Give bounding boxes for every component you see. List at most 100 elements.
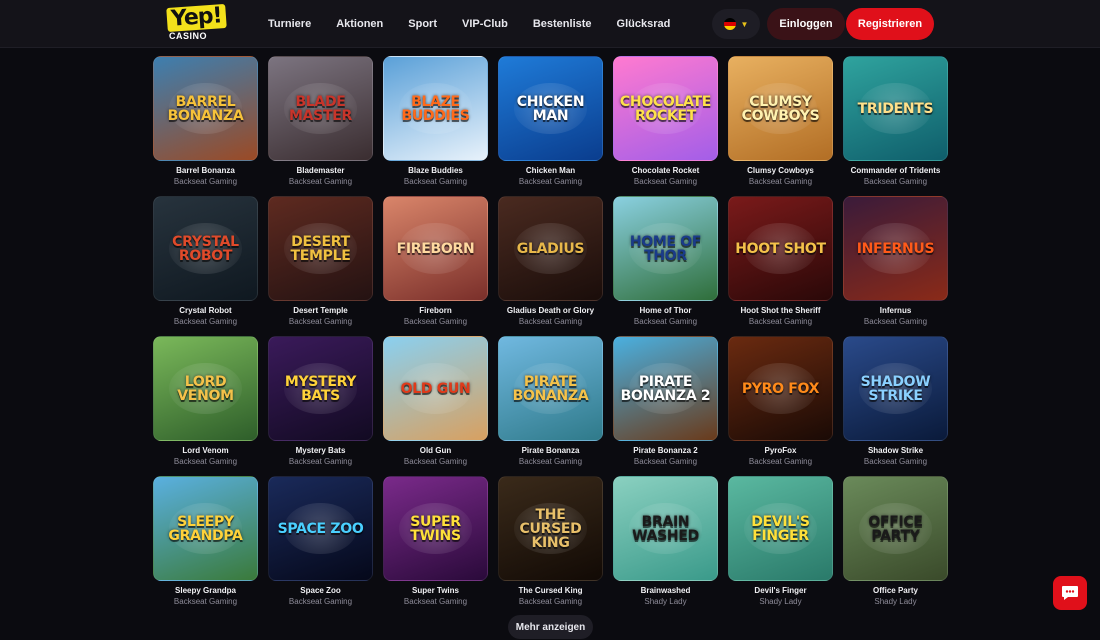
game-thumbnail[interactable]: Mystery Bats: [268, 336, 373, 441]
game-card[interactable]: Office Party Office Party Shady Lady: [843, 476, 948, 616]
game-thumbnail[interactable]: Pirate Bonanza: [498, 336, 603, 441]
game-card[interactable]: Hoot Shot Hoot Shot the Sheriff Backseat G…: [728, 196, 833, 336]
game-logo-art: Devil's Finger: [751, 513, 810, 544]
game-thumbnail[interactable]: Sleepy Grandpa: [153, 476, 258, 581]
game-thumbnail[interactable]: Pirate Bonanza 2: [613, 336, 718, 441]
register-button[interactable]: Registrieren: [846, 8, 934, 40]
game-title[interactable]: Fireborn: [383, 306, 488, 315]
game-card[interactable]: Chicken Man Chicken Man Backseat Gaming: [498, 56, 603, 196]
game-title[interactable]: Blaze Buddies: [383, 166, 488, 175]
game-title[interactable]: Mystery Bats: [268, 446, 373, 455]
game-thumbnail[interactable]: Desert Temple: [268, 196, 373, 301]
game-thumbnail[interactable]: Blaze Buddies: [383, 56, 488, 161]
game-thumbnail[interactable]: Shadow Strike: [843, 336, 948, 441]
game-title[interactable]: Clumsy Cowboys: [728, 166, 833, 175]
game-thumbnail[interactable]: Chocolate Rocket: [613, 56, 718, 161]
game-title[interactable]: Sleepy Grandpa: [153, 586, 258, 595]
nav-link-turniere[interactable]: Turniere: [268, 18, 311, 30]
game-thumbnail[interactable]: Crystal Robot: [153, 196, 258, 301]
game-card[interactable]: Tridents Commander of Tridents Backseat Ga…: [843, 56, 948, 196]
game-card[interactable]: Super Twins Super Twins Backseat Gaming: [383, 476, 488, 616]
game-title[interactable]: The Cursed King: [498, 586, 603, 595]
game-card[interactable]: Blaze Buddies Blaze Buddies Backseat Gamin…: [383, 56, 488, 196]
game-title[interactable]: Shadow Strike: [843, 446, 948, 455]
game-card[interactable]: The Cursed King The Cursed King Backseat G…: [498, 476, 603, 616]
game-title[interactable]: Gladius Death or Glory: [498, 306, 603, 315]
game-thumbnail[interactable]: Gladius: [498, 196, 603, 301]
game-card[interactable]: Infernus Infernus Backseat Gaming: [843, 196, 948, 336]
game-thumbnail[interactable]: Brain Washed: [613, 476, 718, 581]
game-card[interactable]: Pirate Bonanza 2 Pirate Bonanza 2 Backseat…: [613, 336, 718, 476]
game-title[interactable]: Infernus: [843, 306, 948, 315]
show-more-button[interactable]: Mehr anzeigen: [508, 615, 593, 639]
game-thumbnail[interactable]: Fireborn: [383, 196, 488, 301]
game-card[interactable]: Space Zoo Space Zoo Backseat Gaming: [268, 476, 373, 616]
language-selector[interactable]: ▼: [712, 9, 760, 39]
yep-casino-logo[interactable]: Yep! CASINO: [166, 3, 237, 42]
game-title[interactable]: Chicken Man: [498, 166, 603, 175]
game-title[interactable]: Lord Venom: [153, 446, 258, 455]
game-card[interactable]: Desert Temple Desert Temple Backseat Gamin…: [268, 196, 373, 336]
game-card[interactable]: Pirate Bonanza Pirate Bonanza Backseat Gam…: [498, 336, 603, 476]
game-card[interactable]: Sleepy Grandpa Sleepy Grandpa Backseat Gam…: [153, 476, 258, 616]
game-provider: Backseat Gaming: [863, 177, 928, 186]
game-thumbnail[interactable]: Infernus: [843, 196, 948, 301]
game-thumbnail[interactable]: Chicken Man: [498, 56, 603, 161]
game-thumbnail[interactable]: Old Gun: [383, 336, 488, 441]
nav-link-gluecksrad[interactable]: Glücksrad: [617, 18, 671, 30]
game-title[interactable]: Home of Thor: [613, 306, 718, 315]
game-thumbnail[interactable]: Super Twins: [383, 476, 488, 581]
game-title[interactable]: Super Twins: [383, 586, 488, 595]
game-title[interactable]: Pirate Bonanza: [498, 446, 603, 455]
game-card[interactable]: Shadow Strike Shadow Strike Backseat Gamin…: [843, 336, 948, 476]
nav-link-bestenliste[interactable]: Bestenliste: [533, 18, 592, 30]
game-card[interactable]: Lord Venom Lord Venom Backseat Gaming: [153, 336, 258, 476]
game-card[interactable]: Fireborn Fireborn Backseat Gaming: [383, 196, 488, 336]
game-card[interactable]: Barrel Bonanza Barrel Bonanza Backseat Gam…: [153, 56, 258, 196]
nav-link-sport[interactable]: Sport: [408, 18, 437, 30]
game-title[interactable]: Hoot Shot the Sheriff: [728, 306, 833, 315]
login-button[interactable]: Einloggen: [767, 8, 845, 40]
game-title[interactable]: Office Party: [843, 586, 948, 595]
game-title[interactable]: Devil's Finger: [728, 586, 833, 595]
game-title[interactable]: Blademaster: [268, 166, 373, 175]
nav-link-vip-club[interactable]: VIP-Club: [462, 18, 508, 30]
game-thumbnail[interactable]: Devil's Finger: [728, 476, 833, 581]
game-card[interactable]: Gladius Gladius Death or Glory Backseat Ga…: [498, 196, 603, 336]
game-title[interactable]: Old Gun: [383, 446, 488, 455]
game-thumbnail[interactable]: The Cursed King: [498, 476, 603, 581]
game-title[interactable]: Crystal Robot: [153, 306, 258, 315]
game-card[interactable]: Blade Master Blademaster Backseat Gaming: [268, 56, 373, 196]
game-card[interactable]: Pyro Fox PyroFox Backseat Gaming: [728, 336, 833, 476]
game-thumbnail[interactable]: Hoot Shot: [728, 196, 833, 301]
game-thumbnail[interactable]: Tridents: [843, 56, 948, 161]
game-card[interactable]: Crystal Robot Crystal Robot Backseat Gamin…: [153, 196, 258, 336]
game-thumbnail[interactable]: Barrel Bonanza: [153, 56, 258, 161]
game-thumbnail[interactable]: Home of Thor: [613, 196, 718, 301]
game-card[interactable]: Brain Washed Brainwashed Shady Lady: [613, 476, 718, 616]
game-title[interactable]: Desert Temple: [268, 306, 373, 315]
game-card[interactable]: Chocolate Rocket Chocolate Rocket Backseat…: [613, 56, 718, 196]
game-card[interactable]: Mystery Bats Mystery Bats Backseat Gaming: [268, 336, 373, 476]
game-title[interactable]: Commander of Tridents: [843, 166, 948, 175]
game-logo-art: Sleepy Grandpa: [168, 513, 243, 544]
game-title[interactable]: Chocolate Rocket: [613, 166, 718, 175]
game-card[interactable]: Devil's Finger Devil's Finger Shady Lady: [728, 476, 833, 616]
game-title[interactable]: Space Zoo: [268, 586, 373, 595]
chat-bubble-icon[interactable]: [1053, 576, 1087, 610]
game-card[interactable]: Old Gun Old Gun Backseat Gaming: [383, 336, 488, 476]
game-card[interactable]: Clumsy Cowboys Clumsy Cowboys Backseat Gam…: [728, 56, 833, 196]
game-thumbnail[interactable]: Space Zoo: [268, 476, 373, 581]
game-title[interactable]: Barrel Bonanza: [153, 166, 258, 175]
nav-link-aktionen[interactable]: Aktionen: [336, 18, 383, 30]
game-thumbnail[interactable]: Pyro Fox: [728, 336, 833, 441]
game-title[interactable]: Brainwashed: [613, 586, 718, 595]
game-thumbnail[interactable]: Blade Master: [268, 56, 373, 161]
game-title[interactable]: Pirate Bonanza 2: [613, 446, 718, 455]
game-title[interactable]: PyroFox: [728, 446, 833, 455]
game-provider: Backseat Gaming: [173, 457, 238, 466]
game-thumbnail[interactable]: Office Party: [843, 476, 948, 581]
game-thumbnail[interactable]: Lord Venom: [153, 336, 258, 441]
game-thumbnail[interactable]: Clumsy Cowboys: [728, 56, 833, 161]
game-card[interactable]: Home of Thor Home of Thor Backseat Gaming: [613, 196, 718, 336]
